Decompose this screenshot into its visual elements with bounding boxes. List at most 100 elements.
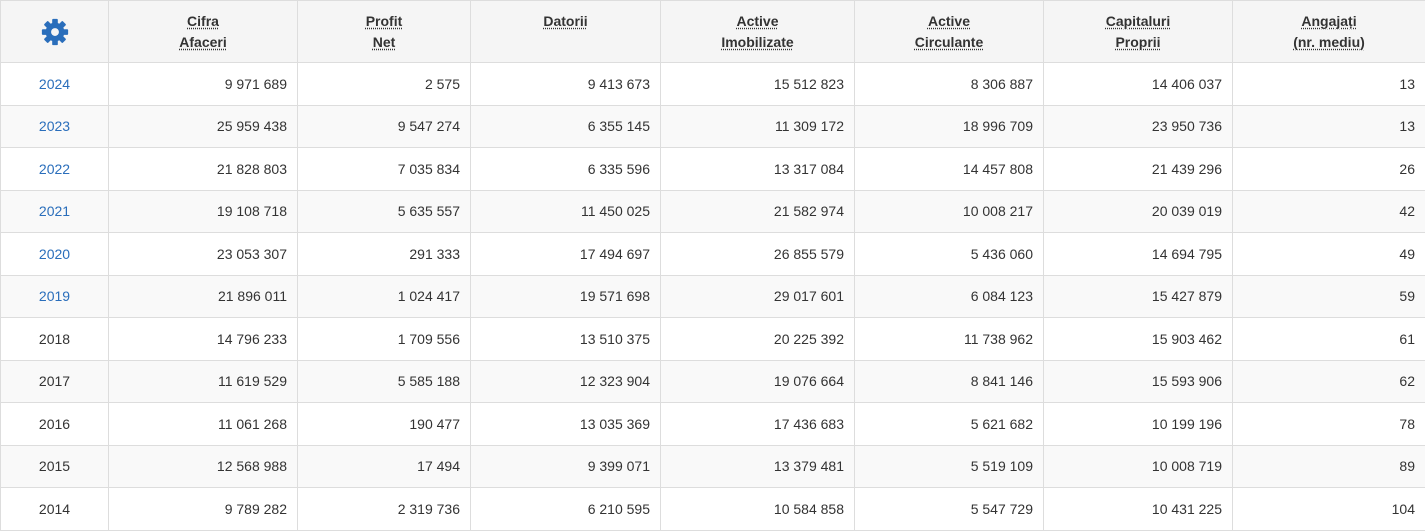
table-row: 202325 959 4389 547 2746 355 14511 309 1… — [1, 105, 1425, 148]
header-line-2: (nr. mediu) — [1237, 32, 1421, 53]
year-link[interactable]: 2021 — [39, 203, 70, 219]
header-angajati[interactable]: Angajați (nr. mediu) — [1233, 1, 1425, 63]
cifra-afaceri-cell: 14 796 233 — [109, 318, 298, 361]
angajati-cell: 13 — [1233, 105, 1425, 148]
capitaluri-proprii-cell: 15 593 906 — [1044, 360, 1233, 403]
active-imobilizate-cell: 13 379 481 — [661, 445, 855, 488]
header-line-1: Angajați — [1237, 11, 1421, 32]
active-circulante-cell: 5 547 729 — [855, 488, 1044, 531]
year-cell: 2021 — [1, 190, 109, 233]
year-cell: 2018 — [1, 318, 109, 361]
profit-net-cell: 7 035 834 — [298, 148, 471, 191]
table-row: 201921 896 0111 024 41719 571 69829 017 … — [1, 275, 1425, 318]
angajati-cell: 61 — [1233, 318, 1425, 361]
datorii-cell: 9 399 071 — [471, 445, 661, 488]
active-circulante-cell: 5 519 109 — [855, 445, 1044, 488]
datorii-cell: 11 450 025 — [471, 190, 661, 233]
financial-table: Cifra Afaceri Profit Net Datorii Active … — [0, 0, 1425, 531]
angajati-cell: 62 — [1233, 360, 1425, 403]
header-capitaluri-proprii[interactable]: Capitaluri Proprii — [1044, 1, 1233, 63]
active-imobilizate-cell: 21 582 974 — [661, 190, 855, 233]
year-cell: 2016 — [1, 403, 109, 446]
angajati-cell: 89 — [1233, 445, 1425, 488]
profit-net-cell: 5 635 557 — [298, 190, 471, 233]
active-circulante-cell: 10 008 217 — [855, 190, 1044, 233]
header-line-1: Datorii — [475, 11, 656, 32]
header-line-2: Imobilizate — [665, 32, 850, 53]
year-cell: 2024 — [1, 63, 109, 106]
capitaluri-proprii-cell: 21 439 296 — [1044, 148, 1233, 191]
active-circulante-cell: 5 436 060 — [855, 233, 1044, 276]
capitaluri-proprii-cell: 10 199 196 — [1044, 403, 1233, 446]
header-line-1: Cifra — [113, 11, 293, 32]
datorii-cell: 13 510 375 — [471, 318, 661, 361]
cifra-afaceri-cell: 12 568 988 — [109, 445, 298, 488]
active-imobilizate-cell: 10 584 858 — [661, 488, 855, 531]
year-cell: 2014 — [1, 488, 109, 531]
profit-net-cell: 5 585 188 — [298, 360, 471, 403]
header-profit-net[interactable]: Profit Net — [298, 1, 471, 63]
angajati-cell: 49 — [1233, 233, 1425, 276]
profit-net-cell: 190 477 — [298, 403, 471, 446]
cifra-afaceri-cell: 11 619 529 — [109, 360, 298, 403]
active-imobilizate-cell: 15 512 823 — [661, 63, 855, 106]
gear-icon[interactable] — [40, 17, 70, 47]
datorii-cell: 6 210 595 — [471, 488, 661, 531]
active-imobilizate-cell: 29 017 601 — [661, 275, 855, 318]
header-line-1: Active — [859, 11, 1039, 32]
datorii-cell: 6 335 596 — [471, 148, 661, 191]
table-row: 201711 619 5295 585 18812 323 90419 076 … — [1, 360, 1425, 403]
capitaluri-proprii-cell: 23 950 736 — [1044, 105, 1233, 148]
header-active-imobilizate[interactable]: Active Imobilizate — [661, 1, 855, 63]
header-line-2: Proprii — [1048, 32, 1228, 53]
year-link[interactable]: 2019 — [39, 288, 70, 304]
header-line-1: Active — [665, 11, 850, 32]
header-line-2: Afaceri — [113, 32, 293, 53]
header-datorii[interactable]: Datorii — [471, 1, 661, 63]
header-active-circulante[interactable]: Active Circulante — [855, 1, 1044, 63]
table-row: 201814 796 2331 709 55613 510 37520 225 … — [1, 318, 1425, 361]
datorii-cell: 9 413 673 — [471, 63, 661, 106]
angajati-cell: 42 — [1233, 190, 1425, 233]
year-cell: 2017 — [1, 360, 109, 403]
active-circulante-cell: 18 996 709 — [855, 105, 1044, 148]
datorii-cell: 12 323 904 — [471, 360, 661, 403]
table-header-row: Cifra Afaceri Profit Net Datorii Active … — [1, 1, 1425, 63]
active-circulante-cell: 14 457 808 — [855, 148, 1044, 191]
angajati-cell: 59 — [1233, 275, 1425, 318]
active-imobilizate-cell: 17 436 683 — [661, 403, 855, 446]
year-cell: 2020 — [1, 233, 109, 276]
cifra-afaceri-cell: 23 053 307 — [109, 233, 298, 276]
year-link[interactable]: 2020 — [39, 246, 70, 262]
active-circulante-cell: 8 841 146 — [855, 360, 1044, 403]
year-link[interactable]: 2022 — [39, 161, 70, 177]
year-label: 2016 — [39, 416, 70, 432]
active-imobilizate-cell: 13 317 084 — [661, 148, 855, 191]
profit-net-cell: 9 547 274 — [298, 105, 471, 148]
year-label: 2015 — [39, 458, 70, 474]
profit-net-cell: 2 575 — [298, 63, 471, 106]
angajati-cell: 13 — [1233, 63, 1425, 106]
year-cell: 2015 — [1, 445, 109, 488]
capitaluri-proprii-cell: 14 406 037 — [1044, 63, 1233, 106]
capitaluri-proprii-cell: 14 694 795 — [1044, 233, 1233, 276]
year-link[interactable]: 2023 — [39, 118, 70, 134]
cifra-afaceri-cell: 19 108 718 — [109, 190, 298, 233]
active-imobilizate-cell: 20 225 392 — [661, 318, 855, 361]
table-row: 201611 061 268190 47713 035 36917 436 68… — [1, 403, 1425, 446]
profit-net-cell: 1 024 417 — [298, 275, 471, 318]
capitaluri-proprii-cell: 10 008 719 — [1044, 445, 1233, 488]
year-label: 2014 — [39, 501, 70, 517]
active-circulante-cell: 6 084 123 — [855, 275, 1044, 318]
capitaluri-proprii-cell: 10 431 225 — [1044, 488, 1233, 531]
active-circulante-cell: 11 738 962 — [855, 318, 1044, 361]
year-link[interactable]: 2024 — [39, 76, 70, 92]
datorii-cell: 19 571 698 — [471, 275, 661, 318]
table-row: 2021 19 108 7185 635 55711 450 02521 582 … — [1, 190, 1425, 233]
cifra-afaceri-cell: 9 789 282 — [109, 488, 298, 531]
table-row: 201512 568 98817 4949 399 07113 379 4815… — [1, 445, 1425, 488]
angajati-cell: 26 — [1233, 148, 1425, 191]
header-cifra-afaceri[interactable]: Cifra Afaceri — [109, 1, 298, 63]
year-cell: 2019 — [1, 275, 109, 318]
header-line-2: Circulante — [859, 32, 1039, 53]
